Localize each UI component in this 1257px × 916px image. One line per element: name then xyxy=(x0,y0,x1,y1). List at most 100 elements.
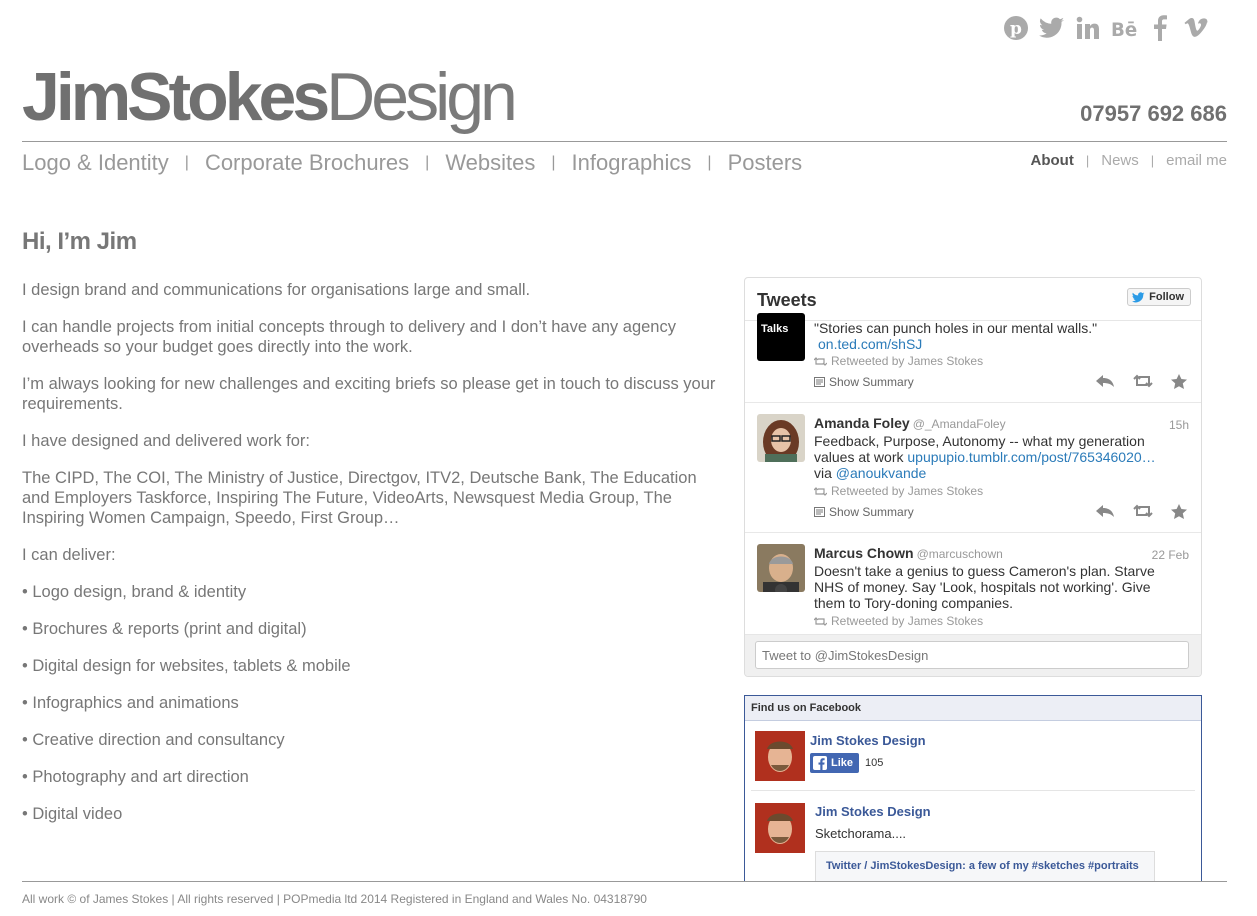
favorite-icon[interactable] xyxy=(1171,504,1187,519)
nav-news[interactable]: News xyxy=(1101,152,1139,169)
show-summary-label: Show Summary xyxy=(829,505,914,519)
tweet-actions xyxy=(1095,504,1187,519)
about-content: I design brand and communications for or… xyxy=(22,280,727,841)
retweet-icon[interactable] xyxy=(1133,374,1153,388)
nav-separator: | xyxy=(1150,153,1155,168)
show-summary[interactable]: Show Summary xyxy=(814,505,914,519)
like-count: 105 xyxy=(865,757,884,769)
vimeo-icon[interactable] xyxy=(1183,14,1209,42)
facebook-widget-title: Find us on Facebook xyxy=(745,696,1201,721)
secondary-nav: About | News | email me xyxy=(1031,152,1227,169)
twitter-icon[interactable] xyxy=(1039,14,1065,42)
page-title: Hi, I’m Jim xyxy=(22,228,137,255)
header-divider xyxy=(22,141,1227,142)
tweet-mention-link[interactable]: @anoukvande xyxy=(836,465,927,481)
summary-icon xyxy=(814,377,825,387)
tweet-compose-input[interactable]: Tweet to @JimStokesDesign xyxy=(755,641,1189,669)
follow-label: Follow xyxy=(1149,291,1184,303)
author-name: Amanda Foley xyxy=(814,415,910,431)
nav-separator: | xyxy=(425,154,430,171)
facebook-icon[interactable] xyxy=(1147,14,1173,42)
tweet-text: Feedback, Purpose, Autonomy -- what my g… xyxy=(814,433,1184,481)
paragraph: I can deliver: xyxy=(22,546,116,564)
site-logo[interactable]: JimStokesDesign xyxy=(22,58,518,136)
paragraph: I can handle projects from initial conce… xyxy=(22,318,676,356)
amanda-foley-avatar xyxy=(757,414,805,462)
nav-separator: | xyxy=(707,154,712,171)
tweet[interactable]: Marcus Chown @marcuschown 22 Feb Doesn't … xyxy=(745,532,1201,634)
facebook-divider xyxy=(751,790,1195,791)
summary-icon xyxy=(814,507,825,517)
show-summary-label: Show Summary xyxy=(829,375,914,389)
tweet-time[interactable]: 22 Feb xyxy=(1152,548,1189,562)
nav-email-me[interactable]: email me xyxy=(1166,152,1227,169)
tweet-author[interactable]: Amanda Foley @_AmandaFoley xyxy=(814,415,1006,431)
nav-separator: | xyxy=(1085,153,1090,168)
nav-websites[interactable]: Websites xyxy=(445,150,535,176)
tweet-link[interactable]: on.ted.com/shSJ xyxy=(818,336,922,352)
twitter-widget-header: Tweets Follow xyxy=(745,278,1201,321)
nav-posters[interactable]: Posters xyxy=(728,150,803,176)
logo-light-text: Design xyxy=(326,59,518,135)
retweet-small-icon xyxy=(814,616,827,626)
main-nav: Logo & Identity | Corporate Brochures | … xyxy=(22,150,802,176)
svg-text:Bē: Bē xyxy=(1111,20,1137,40)
linkedin-icon[interactable] xyxy=(1075,14,1101,42)
facebook-f-icon xyxy=(813,756,827,770)
facebook-like-button[interactable]: Like xyxy=(810,753,860,773)
nav-infographics[interactable]: Infographics xyxy=(572,150,692,176)
facebook-like: Like 105 xyxy=(810,753,883,773)
nav-corporate-brochures[interactable]: Corporate Brochures xyxy=(205,150,409,176)
pinterest-icon[interactable]: p xyxy=(1003,14,1029,42)
paragraph: I’m always looking for new challenges an… xyxy=(22,375,716,413)
nav-separator: | xyxy=(184,154,189,171)
tweet[interactable]: Amanda Foley @_AmandaFoley 15h Feedback, … xyxy=(745,402,1201,533)
twitter-widget-title: Tweets xyxy=(757,290,817,310)
nav-about[interactable]: About xyxy=(1031,152,1074,169)
show-summary[interactable]: Show Summary xyxy=(814,375,914,389)
twitter-widget: Tweets Follow Talks "Stories can punch h… xyxy=(744,277,1202,677)
tweet-text-body: "Stories can punch holes in our mental w… xyxy=(814,320,1098,336)
paragraph: I design brand and communications for or… xyxy=(22,281,531,299)
tweet-text: "Stories can punch holes in our mental w… xyxy=(814,320,1184,352)
tweet-time[interactable]: 15h xyxy=(1169,418,1189,432)
tweet-text: Doesn't take a genius to guess Cameron's… xyxy=(814,563,1155,611)
footer-divider xyxy=(22,881,1227,882)
nav-separator: | xyxy=(551,154,556,171)
list-item: • Photography and art direction xyxy=(22,768,249,786)
list-item: • Creative direction and consultancy xyxy=(22,731,285,749)
facebook-post-link[interactable]: Twitter / JimStokesDesign: a few of my #… xyxy=(815,851,1155,882)
facebook-post-avatar[interactable] xyxy=(755,803,805,853)
marcus-chown-avatar xyxy=(757,544,805,592)
author-name: Marcus Chown xyxy=(814,545,914,561)
list-item: • Digital design for websites, tablets &… xyxy=(22,657,351,675)
twitter-follow-button[interactable]: Follow xyxy=(1127,288,1191,306)
logo-bold-text: JimStokes xyxy=(22,59,330,135)
retweet-info: Retweeted by James Stokes xyxy=(814,484,983,498)
tweet[interactable]: Talks "Stories can punch holes in our me… xyxy=(745,313,1201,403)
tweet-link[interactable]: upupupio.tumblr.com/post/765346020… xyxy=(907,449,1155,465)
tweet-compose-bar: Tweet to @JimStokesDesign xyxy=(745,634,1201,676)
facebook-widget: Find us on Facebook Jim Stokes Design Li… xyxy=(744,695,1202,882)
retweet-icon[interactable] xyxy=(1133,504,1153,518)
list-item: • Brochures & reports (print and digital… xyxy=(22,620,307,638)
tweet-author[interactable]: Marcus Chown @marcuschown xyxy=(814,545,1003,561)
facebook-post-author[interactable]: Jim Stokes Design xyxy=(815,804,931,819)
author-handle: @_AmandaFoley xyxy=(912,417,1006,431)
paragraph: I have designed and delivered work for: xyxy=(22,432,311,450)
social-links: p Bē xyxy=(1003,14,1209,42)
footer-copyright: All work © of James Stokes | All rights … xyxy=(22,892,647,906)
like-label: Like xyxy=(831,757,854,769)
facebook-page-avatar[interactable] xyxy=(755,731,805,781)
list-item: • Logo design, brand & identity xyxy=(22,583,247,601)
nav-logo-identity[interactable]: Logo & Identity xyxy=(22,150,169,176)
retweeted-by: Retweeted by James Stokes xyxy=(831,484,984,498)
reply-icon[interactable] xyxy=(1095,374,1115,388)
facebook-page-name[interactable]: Jim Stokes Design xyxy=(810,733,926,748)
behance-icon[interactable]: Bē xyxy=(1111,14,1137,42)
reply-icon[interactable] xyxy=(1095,504,1115,518)
retweeted-by: Retweeted by James Stokes xyxy=(831,614,984,628)
favorite-icon[interactable] xyxy=(1171,374,1187,389)
retweet-small-icon xyxy=(814,356,827,366)
author-handle: @marcuschown xyxy=(916,547,1003,561)
